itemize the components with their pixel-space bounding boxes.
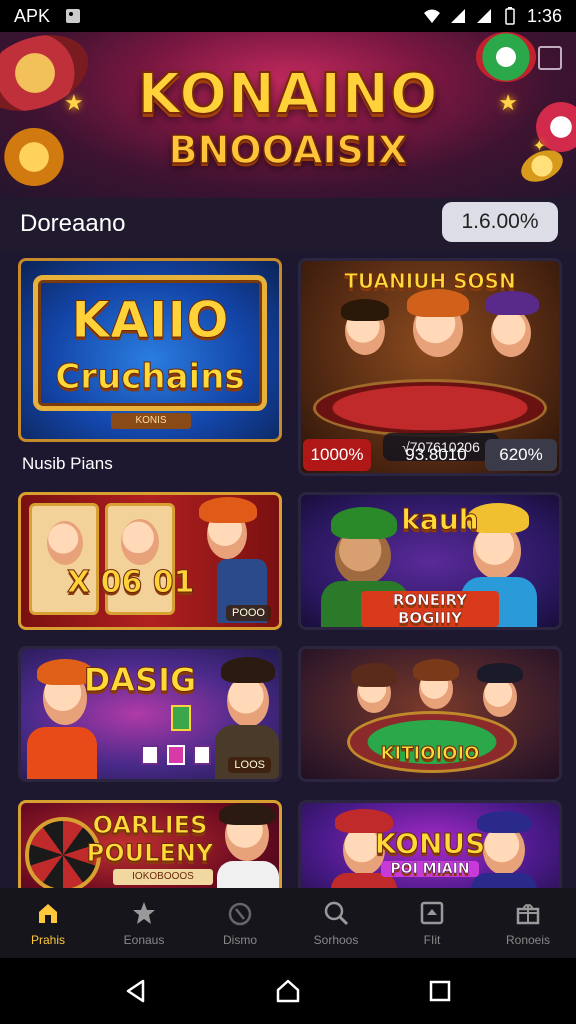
section-header: Doreaano 1.6.00% bbox=[0, 198, 576, 250]
bottom-nav: Prahis Eonaus Dismo Sorhoos FIit Ronoeis bbox=[0, 888, 576, 958]
house-icon bbox=[276, 979, 300, 1003]
image-icon bbox=[66, 9, 81, 23]
game-tile-kaiio[interactable]: KAIIO Cruchains KONIS bbox=[18, 258, 282, 442]
gift-icon bbox=[516, 904, 540, 925]
nav-label: Eonaus bbox=[123, 933, 165, 947]
tile-subtitle: RONEIRY BOGIIIY bbox=[361, 591, 499, 627]
app-root: APK 1:36 ★ ★ ✦ KONAINO BNOOAISIX Doreaan… bbox=[0, 0, 576, 1024]
game-tile-roulette-table[interactable]: KITIOIOIO bbox=[298, 646, 562, 782]
character-shirt bbox=[27, 727, 97, 779]
tile-caption: Nusib Pians bbox=[22, 454, 113, 473]
character-face bbox=[121, 519, 159, 565]
badge-mid: 93.8010 bbox=[405, 445, 467, 464]
nav-item-rewards[interactable]: Ronoeis bbox=[480, 888, 576, 958]
nav-item-search[interactable]: Sorhoos bbox=[288, 888, 384, 958]
game-tile-konus[interactable]: KONUS POI MIAIN bbox=[298, 800, 562, 888]
character-shirt bbox=[217, 861, 279, 888]
character-hair bbox=[341, 299, 389, 321]
home-button[interactable] bbox=[268, 971, 308, 1011]
character-hat bbox=[485, 291, 539, 315]
wifi-icon bbox=[423, 9, 440, 23]
recents-button[interactable] bbox=[420, 971, 460, 1011]
nav-label: Sorhoos bbox=[313, 933, 359, 947]
tile-title: KONUS bbox=[374, 827, 486, 861]
back-button[interactable] bbox=[116, 971, 156, 1011]
signal-icon bbox=[450, 9, 465, 23]
tile-plaque: IOKOBOOOS bbox=[113, 869, 213, 885]
nav-item-bonus[interactable]: Eonaus bbox=[96, 888, 192, 958]
nav-label: Prahis bbox=[30, 933, 65, 947]
search-icon bbox=[324, 901, 349, 926]
card-table bbox=[313, 379, 547, 437]
app-label: APK bbox=[14, 5, 51, 26]
signal-icon bbox=[476, 9, 491, 23]
logo-subtitle: BNOOAISIX bbox=[168, 127, 408, 173]
nav-label: Dismo bbox=[222, 933, 257, 947]
character-suit bbox=[471, 873, 537, 888]
character-face bbox=[483, 677, 517, 717]
game-tile-tuaniuh[interactable]: TUANIUH SOSN √707610206 1000% 93.8010 62… bbox=[298, 258, 562, 476]
character-hair bbox=[199, 497, 257, 523]
tile-title: KAIIO bbox=[71, 291, 229, 350]
tile-subtitle: POULENY bbox=[86, 839, 214, 868]
gem-icon bbox=[167, 745, 185, 765]
tile-title: KITIOIOIO bbox=[380, 743, 480, 765]
back-icon bbox=[126, 979, 145, 1003]
tile-plaque: KONIS bbox=[111, 413, 191, 429]
header-banner: ★ ★ ✦ KONAINO BNOOAISIX bbox=[0, 32, 576, 198]
tile-subtitle: POI MIAIN bbox=[381, 861, 479, 877]
frame-icon bbox=[420, 901, 444, 925]
tile-tag: LOOS bbox=[228, 757, 271, 773]
home-icon bbox=[39, 904, 57, 923]
game-tile-dasig[interactable]: DASIG LOOS bbox=[18, 646, 282, 782]
nav-item-dismo[interactable]: Dismo bbox=[192, 888, 288, 958]
logo-title: KONAINO bbox=[137, 61, 439, 128]
character-face bbox=[491, 309, 531, 357]
badge-right: 620% bbox=[485, 439, 557, 471]
system-nav-bar bbox=[0, 958, 576, 1024]
nav-item-fit[interactable]: FIit bbox=[384, 888, 480, 958]
character-face bbox=[47, 521, 83, 565]
nav-label: Ronoeis bbox=[505, 933, 551, 947]
gem-icon bbox=[193, 745, 211, 765]
game-grid: KAIIO Cruchains KONIS Nusib Pians TUANIU… bbox=[0, 250, 576, 888]
game-tile-kauh[interactable]: kauh RONEIRY BOGIIIY bbox=[298, 492, 562, 630]
game-tile-oarlies[interactable]: OARLIES POULENY IOKOBOOOS bbox=[18, 800, 282, 888]
character-hair bbox=[351, 663, 397, 687]
window-icon[interactable] bbox=[538, 46, 562, 70]
tile-title: X 06 01 bbox=[67, 565, 196, 601]
game-tile-slots[interactable]: X 06 01 POOO bbox=[18, 492, 282, 630]
tile-tag: POOO bbox=[225, 605, 271, 621]
power-icon bbox=[228, 902, 252, 926]
percent-badge[interactable]: 1.6.00% bbox=[442, 202, 558, 242]
gem-icon bbox=[141, 745, 159, 765]
section-title: Doreaano bbox=[20, 210, 126, 237]
character-hair bbox=[413, 659, 459, 681]
gem-icon bbox=[171, 705, 191, 731]
nav-item-home[interactable]: Prahis bbox=[0, 888, 96, 958]
status-bar: APK 1:36 bbox=[0, 0, 576, 32]
tile-title: kauh bbox=[401, 503, 479, 537]
tile-subtitle: Cruchains bbox=[55, 357, 245, 398]
character-hair bbox=[219, 803, 275, 825]
tile-title: OARLIES bbox=[92, 811, 208, 840]
battery-icon bbox=[505, 7, 515, 25]
star-icon bbox=[133, 902, 155, 924]
badge-left: 1000% bbox=[303, 439, 371, 471]
character-hat bbox=[477, 663, 523, 683]
character-hair bbox=[221, 657, 275, 683]
square-icon bbox=[429, 980, 451, 1002]
nav-label: FIit bbox=[423, 933, 441, 947]
character-suit bbox=[215, 725, 279, 779]
character-hair bbox=[407, 289, 469, 317]
clock: 1:36 bbox=[526, 5, 562, 26]
tile-title: DASIG bbox=[83, 661, 197, 700]
